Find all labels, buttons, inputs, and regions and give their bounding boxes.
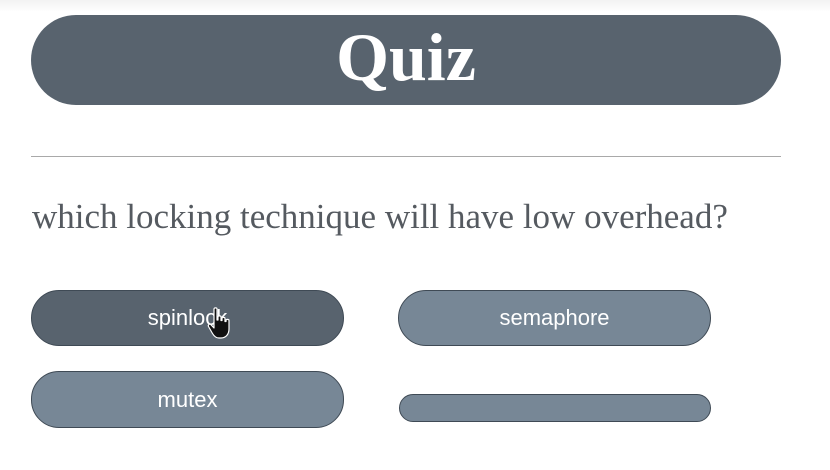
- answer-label: semaphore: [499, 305, 610, 330]
- top-shade: [0, 0, 830, 12]
- answer-label: spinlock: [147, 305, 228, 330]
- page-title: Quiz: [336, 19, 476, 95]
- answer-button-semaphore[interactable]: semaphore: [398, 290, 711, 346]
- divider: [31, 156, 781, 157]
- quiz-title-banner: Quiz: [31, 15, 781, 105]
- answer-label: mutex: [157, 386, 218, 412]
- question-text: which locking technique will have low ov…: [32, 197, 728, 236]
- answer-button-empty[interactable]: [399, 394, 711, 422]
- answer-button-spinlock[interactable]: spinlock: [31, 290, 344, 346]
- answer-button-mutex[interactable]: mutex: [31, 371, 344, 428]
